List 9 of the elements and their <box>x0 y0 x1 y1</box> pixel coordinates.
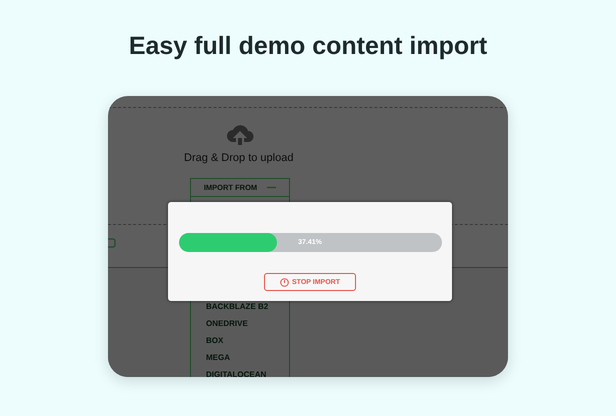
dropdown-item[interactable]: BACKBLAZE B2 <box>206 301 289 312</box>
stop-icon <box>280 278 289 286</box>
upload-hint: Drag & Drop to upload <box>184 152 294 164</box>
page-heading: Easy full demo content import <box>128 31 488 62</box>
cloud-upload-icon <box>226 123 254 147</box>
dropdown-item[interactable]: BOX <box>206 335 289 346</box>
dropdown-item[interactable]: ONEDRIVE <box>206 318 289 329</box>
dropdown-item[interactable]: DIGITALOCEAN <box>206 369 289 377</box>
dropdown-item[interactable]: MEGA <box>206 352 289 363</box>
